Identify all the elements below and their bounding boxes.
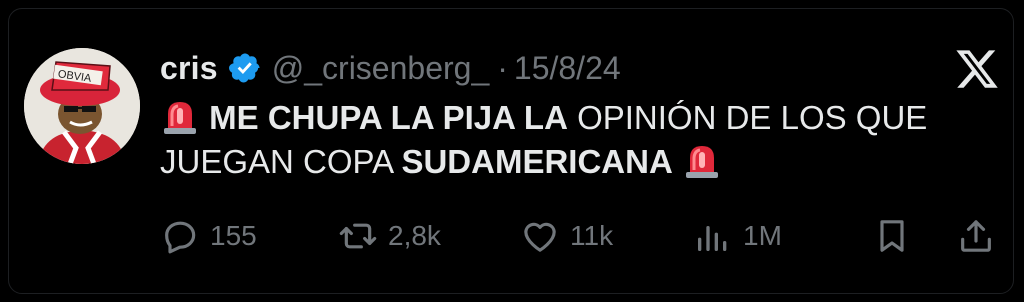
bookmark-button[interactable]	[872, 214, 912, 258]
views-count: 1M	[743, 220, 782, 251]
views-icon	[698, 226, 727, 251]
views-button[interactable]: 1M	[693, 214, 782, 258]
tweet-date[interactable]: 15/8/24	[514, 50, 621, 87]
reply-count: 155	[210, 220, 257, 251]
tweet-header: cris @_crisenberg_ · 15/8/24	[160, 46, 621, 90]
author-name[interactable]: cris	[160, 50, 218, 87]
like-count: 11k	[570, 220, 614, 251]
share-icon	[961, 220, 991, 252]
reply-icon	[165, 221, 196, 254]
reply-button[interactable]: 155	[160, 214, 257, 258]
bookmark-icon	[880, 220, 904, 252]
tweet-text-bold-1: ME CHUPA LA PIJA LA	[209, 99, 568, 136]
share-button[interactable]	[956, 214, 996, 258]
repost-button[interactable]: 2,8k	[338, 214, 441, 258]
avatar-illustration: OBVIA	[24, 48, 140, 164]
heart-icon	[524, 222, 556, 252]
tweet-text-bold-2: SUDAMERICANA	[401, 143, 673, 180]
repost-count: 2,8k	[388, 220, 441, 251]
tweet-text: ME CHUPA LA PIJA LA OPINIÓN DE LOS QUE J…	[160, 96, 980, 184]
siren-emoji-icon	[160, 96, 200, 136]
repost-icon	[339, 223, 377, 249]
verified-badge-icon	[228, 51, 262, 85]
author-handle[interactable]: @_crisenberg_	[272, 50, 489, 87]
x-logo-icon[interactable]	[954, 46, 1000, 92]
like-button[interactable]: 11k	[520, 214, 613, 258]
separator-dot: ·	[497, 49, 508, 86]
siren-emoji-icon	[682, 140, 722, 180]
avatar[interactable]: OBVIA	[24, 48, 140, 164]
